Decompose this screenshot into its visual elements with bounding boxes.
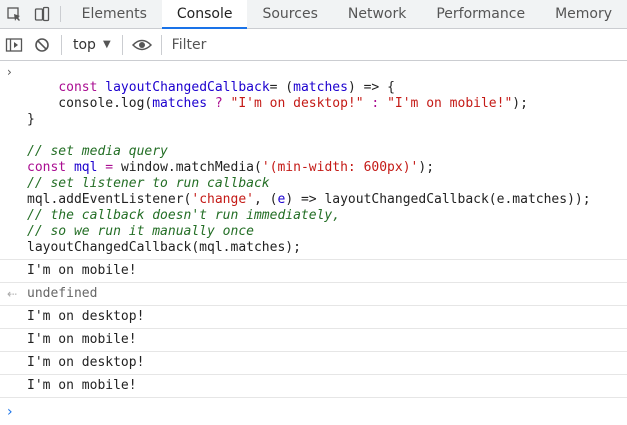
- code-token: "I'm on desktop!": [230, 96, 364, 111]
- tab-label: Memory: [555, 6, 612, 22]
- code-token: =: [97, 160, 121, 175]
- code-token: const: [27, 160, 74, 175]
- clear-console-icon[interactable]: [28, 29, 56, 61]
- tab-label: Console: [176, 6, 233, 22]
- code-token: :: [363, 96, 388, 111]
- code-token: ) => layoutChangedCallback(e.matches));: [285, 192, 591, 207]
- code-token: = (: [269, 80, 294, 95]
- code-token: matches: [152, 96, 208, 111]
- code-block: const layoutChangedCallback= (matches) =…: [27, 80, 591, 255]
- code-token: matches: [293, 80, 348, 95]
- console-log-message: I'm on desktop!: [0, 306, 627, 329]
- code-token: // set listener to run callback: [27, 176, 270, 191]
- console-input-entry: › const layoutChangedCallback= (matches) …: [0, 61, 627, 260]
- code-token: ) => {: [347, 80, 395, 95]
- tab-elements[interactable]: Elements: [67, 0, 162, 28]
- tab-console[interactable]: Console: [161, 0, 248, 29]
- message-text: undefined: [27, 286, 98, 301]
- message-text: I'm on mobile!: [27, 378, 137, 393]
- code-token: 'change': [191, 192, 254, 207]
- code-token: );: [418, 160, 435, 175]
- console-log-message: I'm on mobile!: [0, 329, 627, 352]
- code-token: // the callback doesn't run immediately,: [27, 208, 341, 223]
- toolbar-divider: [121, 34, 123, 55]
- caret-down-icon: ▼: [102, 39, 111, 50]
- code-token: );: [512, 96, 528, 111]
- tab-sources[interactable]: Sources: [247, 0, 332, 28]
- code-token: // so we run it manually once: [27, 224, 254, 239]
- code-token: layoutChangedCallback: [105, 80, 270, 95]
- devtools-tabbar: Elements Console Sources Network Perform…: [0, 0, 627, 29]
- code-token: mql: [73, 160, 98, 175]
- tab-label: Performance: [436, 6, 526, 22]
- tab-label: Network: [347, 6, 407, 22]
- code-token: mql.addEventListener(: [27, 192, 192, 207]
- prompt-chevron-icon: ›: [7, 404, 13, 420]
- filter-input[interactable]: Filter: [167, 34, 627, 56]
- tab-performance[interactable]: Performance: [421, 0, 540, 28]
- result-arrow-icon: ⇠: [7, 287, 18, 301]
- console-output: › const layoutChangedCallback= (matches) …: [0, 61, 627, 420]
- show-sidebar-icon[interactable]: [0, 29, 28, 61]
- console-log-message: I'm on mobile!: [0, 260, 627, 283]
- code-token: const: [58, 80, 106, 95]
- context-selector[interactable]: top ▼: [67, 37, 117, 53]
- console-toolbar: top ▼ Filter: [0, 29, 627, 61]
- toolbar-divider: [160, 34, 162, 55]
- code-token: ?: [207, 96, 231, 111]
- code-token: window.matchMedia(: [120, 160, 262, 175]
- tabbar-divider: [59, 6, 61, 22]
- input-chevron-icon: ›: [7, 65, 12, 79]
- message-text: I'm on mobile!: [27, 332, 137, 347]
- code-token: '(min-width: 600px)': [261, 160, 419, 175]
- message-text: I'm on mobile!: [27, 263, 137, 278]
- console-result-message: ⇠ undefined: [0, 283, 627, 306]
- code-token: layoutChangedCallback(mql.matches);: [27, 240, 301, 255]
- live-expression-eye-icon[interactable]: [128, 29, 156, 61]
- tab-label: Sources: [262, 6, 318, 22]
- toolbar-divider: [61, 34, 62, 55]
- filter-placeholder: Filter: [171, 36, 207, 53]
- tab-memory[interactable]: Memory: [540, 0, 627, 28]
- inspect-element-icon[interactable]: [0, 0, 28, 28]
- code-token: }: [27, 112, 35, 127]
- context-label: top: [73, 36, 96, 53]
- code-token: , (: [254, 192, 278, 207]
- tab-label: Elements: [81, 6, 147, 22]
- message-text: I'm on desktop!: [27, 309, 145, 324]
- console-log-message: I'm on mobile!: [0, 375, 627, 398]
- message-text: I'm on desktop!: [27, 355, 145, 370]
- console-prompt[interactable]: ›: [0, 398, 627, 420]
- code-token: console.log(: [27, 96, 153, 111]
- tab-network[interactable]: Network: [333, 0, 421, 28]
- console-log-message: I'm on desktop!: [0, 352, 627, 375]
- device-toolbar-icon[interactable]: [28, 0, 56, 28]
- code-token: // set media query: [27, 144, 168, 159]
- code-token: "I'm on mobile!": [387, 96, 513, 111]
